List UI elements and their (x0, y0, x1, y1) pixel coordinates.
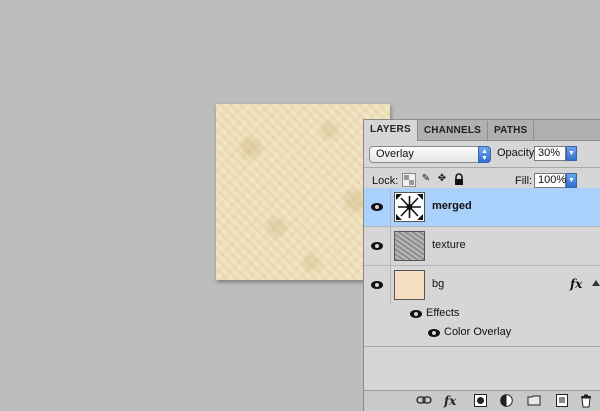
layer-row-merged[interactable]: merged (364, 188, 600, 227)
divider (364, 346, 600, 347)
layer-name: bg (432, 278, 445, 290)
padlock-icon[interactable] (452, 173, 466, 187)
layer-name: texture (432, 239, 466, 251)
folder-icon[interactable] (527, 394, 541, 409)
opacity-dropdown-icon[interactable]: ▼ (566, 146, 577, 161)
transparency-lock-icon[interactable] (402, 173, 416, 187)
eye-icon[interactable] (428, 329, 440, 337)
move-lock-icon[interactable]: ✥ (435, 173, 449, 187)
scroll-up-arrow-icon[interactable] (592, 280, 600, 286)
eye-icon (371, 281, 383, 289)
layer-row-bg[interactable]: bg fx (364, 266, 600, 304)
visibility-toggle[interactable] (364, 266, 391, 304)
select-arrows-icon: ▲ ▼ (478, 146, 491, 163)
fill-input[interactable]: 100% (534, 173, 566, 188)
star-ornament-icon (394, 192, 425, 222)
panel-tabs: LAYERS CHANNELS PATHS (364, 120, 600, 141)
color-overlay-row[interactable]: Color Overlay (364, 323, 600, 342)
effects-row[interactable]: Effects (364, 304, 600, 323)
blend-mode-value: Overlay (376, 148, 414, 160)
blend-mode-select[interactable]: Overlay ▲ ▼ (369, 146, 491, 163)
tab-layers[interactable]: LAYERS (364, 120, 418, 141)
link-icon[interactable] (416, 394, 432, 408)
visibility-toggle[interactable] (364, 227, 391, 265)
gray-texture-thumbnail (394, 231, 425, 261)
visibility-toggle[interactable] (364, 188, 391, 226)
layer-row-texture[interactable]: texture (364, 227, 600, 266)
eye-icon (371, 203, 383, 211)
opacity-label: Opacity: (497, 147, 538, 159)
brush-lock-icon[interactable]: ✎ (419, 173, 433, 187)
color-overlay-label: Color Overlay (444, 326, 512, 338)
eye-icon (371, 242, 383, 250)
trash-icon[interactable] (580, 394, 592, 411)
fill-label: Fill: (515, 175, 533, 187)
effects-label: Effects (426, 307, 460, 319)
eye-icon[interactable] (410, 310, 422, 318)
tab-paths[interactable]: PATHS (488, 121, 535, 140)
layers-panel: LAYERS CHANNELS PATHS Overlay ▲ ▼ Opacity… (363, 119, 600, 411)
beige-fill-thumbnail (394, 270, 425, 300)
adjustment-icon[interactable] (500, 394, 513, 410)
layers-footer-toolbar: fx (364, 390, 600, 411)
fill-dropdown-icon[interactable]: ▼ (566, 173, 577, 188)
layers-list: merged texture bg fx Effects Color Overl… (364, 188, 600, 347)
mask-icon[interactable] (474, 394, 487, 410)
lock-label: Lock: (372, 175, 399, 187)
opacity-input[interactable]: 30% (534, 146, 566, 161)
fx-icon[interactable]: fx (570, 277, 582, 291)
fx-icon[interactable]: fx (444, 394, 456, 408)
new-layer-icon[interactable] (556, 394, 568, 410)
tab-channels[interactable]: CHANNELS (418, 121, 489, 140)
layer-name: merged (432, 200, 472, 212)
blend-options-row: Overlay ▲ ▼ Opacity: 30% ▼ (364, 141, 600, 167)
